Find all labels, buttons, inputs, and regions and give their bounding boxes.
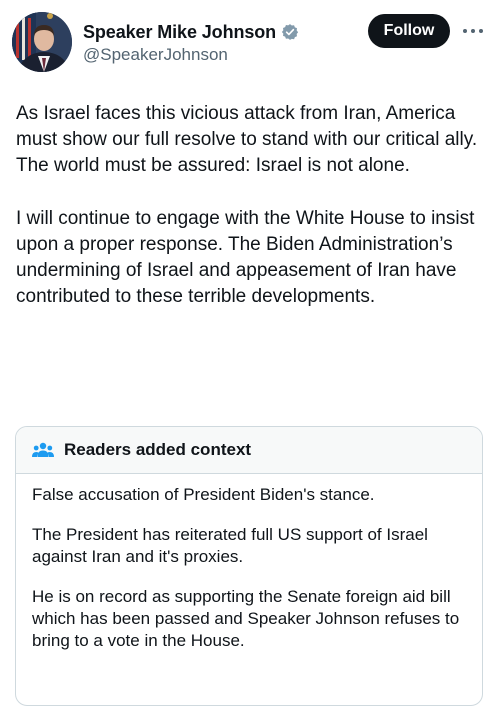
community-note-paragraph: The President has reiterated full US sup… xyxy=(32,525,428,566)
follow-button[interactable]: Follow xyxy=(368,14,450,48)
tweet-paragraph: I will continue to engage with the White… xyxy=(16,207,475,308)
tweet-text: As Israel faces this vicious attack from… xyxy=(16,101,492,310)
community-note-title: Readers added context xyxy=(64,440,252,459)
readers-people-icon xyxy=(32,441,54,459)
avatar[interactable] xyxy=(12,12,72,72)
more-horizontal-icon xyxy=(463,29,483,33)
verified-badge-icon xyxy=(281,23,299,41)
tweet-paragraph: As Israel faces this vicious attack from… xyxy=(16,103,478,177)
community-note-card[interactable]: Readers added context False accusation o… xyxy=(15,426,483,706)
community-note-body: False accusation of President Biden's st… xyxy=(16,474,482,652)
more-options-button[interactable] xyxy=(460,18,486,44)
community-note-header: Readers added context xyxy=(16,427,482,474)
avatar-portrait-icon xyxy=(12,12,72,72)
author-display-name[interactable]: Speaker Mike Johnson xyxy=(83,22,276,43)
community-note-paragraph: False accusation of President Biden's st… xyxy=(32,485,375,504)
author-block[interactable]: Speaker Mike Johnson @SpeakerJohnson xyxy=(83,20,299,70)
community-note-paragraph: He is on record as supporting the Senate… xyxy=(32,587,460,650)
author-handle[interactable]: @SpeakerJohnson xyxy=(83,45,299,65)
tweet-header: Speaker Mike Johnson @SpeakerJohnson Fol… xyxy=(0,0,499,80)
